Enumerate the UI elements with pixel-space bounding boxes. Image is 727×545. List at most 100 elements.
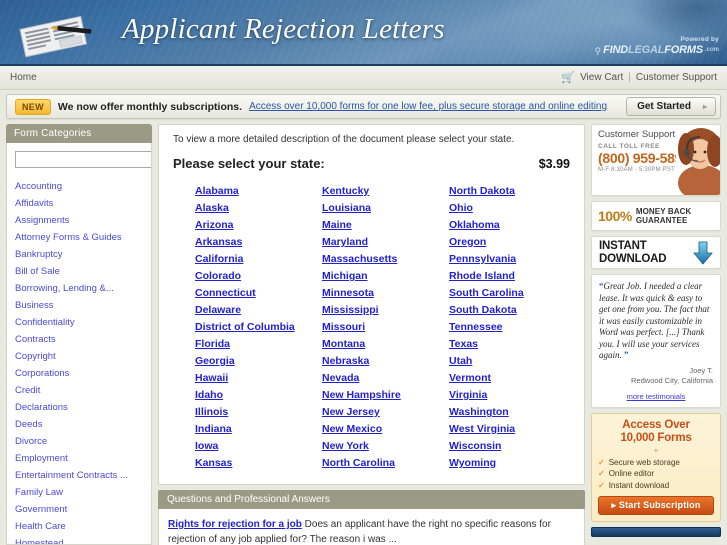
state-link-north-carolina[interactable]: North Carolina — [322, 455, 443, 472]
sidebar-item-homestead[interactable]: Homestead — [15, 536, 143, 544]
category-list: Accounting Affidavits Assignments Attorney … — [13, 179, 145, 544]
sidebar-item-health-care[interactable]: Health Care — [15, 519, 143, 535]
breadcrumb-home[interactable]: Home — [10, 72, 37, 83]
state-link-alaska[interactable]: Alaska — [195, 200, 316, 217]
state-link-south-carolina[interactable]: South Carolina — [449, 285, 570, 302]
list-item: ✓ Online editor — [598, 468, 714, 480]
state-link-new-york[interactable]: New York — [322, 438, 443, 455]
state-link-indiana[interactable]: Indiana — [195, 421, 316, 438]
state-link-utah[interactable]: Utah — [449, 353, 570, 370]
sidebar-item-divorce[interactable]: Divorce — [15, 434, 143, 450]
state-link-arizona[interactable]: Arizona — [195, 217, 316, 234]
sidebar-item-contracts[interactable]: Contracts — [15, 332, 143, 348]
state-link-illinois[interactable]: Illinois — [195, 404, 316, 421]
state-link-rhode-island[interactable]: Rhode Island — [449, 268, 570, 285]
list-item: ✓ Secure web storage — [598, 457, 714, 469]
state-link-district-of-columbia[interactable]: District of Columbia — [195, 319, 316, 336]
state-link-virginia[interactable]: Virginia — [449, 387, 570, 404]
promo-link[interactable]: Access over 10,000 forms for one low fee… — [249, 101, 607, 112]
more-testimonials-link[interactable]: more testimonials — [627, 392, 686, 401]
state-link-louisiana[interactable]: Louisiana — [322, 200, 443, 217]
state-link-arkansas[interactable]: Arkansas — [195, 234, 316, 251]
state-link-nebraska[interactable]: Nebraska — [322, 353, 443, 370]
sidebar-item-borrowing-lending[interactable]: Borrowing, Lending &... — [15, 281, 143, 297]
state-link-maine[interactable]: Maine — [322, 217, 443, 234]
sidebar-item-attorney-forms-guides[interactable]: Attorney Forms & Guides — [15, 230, 143, 246]
state-link-colorado[interactable]: Colorado — [195, 268, 316, 285]
state-link-kentucky[interactable]: Kentucky — [322, 183, 443, 200]
guarantee-percent: 100% — [598, 208, 632, 224]
price-label: $3.99 — [538, 157, 570, 171]
sidebar-item-bankruptcy[interactable]: Bankruptcy — [15, 247, 143, 263]
state-link-kansas[interactable]: Kansas — [195, 455, 316, 472]
state-link-georgia[interactable]: Georgia — [195, 353, 316, 370]
state-link-hawaii[interactable]: Hawaii — [195, 370, 316, 387]
list-item: Confidentiality — [15, 315, 143, 331]
state-link-ohio[interactable]: Ohio — [449, 200, 570, 217]
state-link-delaware[interactable]: Delaware — [195, 302, 316, 319]
get-started-button[interactable]: Get Started ▸ — [626, 97, 716, 116]
state-link-new-hampshire[interactable]: New Hampshire — [322, 387, 443, 404]
state-link-pennsylvania[interactable]: Pennsylvania — [449, 251, 570, 268]
state-link-missouri[interactable]: Missouri — [322, 319, 443, 336]
state-link-idaho[interactable]: Idaho — [195, 387, 316, 404]
sidebar-item-confidentiality[interactable]: Confidentiality — [15, 315, 143, 331]
shopping-cart-icon[interactable]: 🛒 — [561, 71, 575, 84]
sidebar-item-family-law[interactable]: Family Law — [15, 485, 143, 501]
sidebar-item-employment[interactable]: Employment — [15, 451, 143, 467]
state-link-new-mexico[interactable]: New Mexico — [322, 421, 443, 438]
list-item: Corporations — [15, 366, 143, 382]
state-link-alabama[interactable]: Alabama — [195, 183, 316, 200]
list-item: Contracts — [15, 332, 143, 348]
sidebar-item-declarations[interactable]: Declarations — [15, 400, 143, 416]
state-link-washington[interactable]: Washington — [449, 404, 570, 421]
state-link-wisconsin[interactable]: Wisconsin — [449, 438, 570, 455]
state-link-massachusetts[interactable]: Massachusetts — [322, 251, 443, 268]
sidebar-item-affidavits[interactable]: Affidavits — [15, 196, 143, 212]
state-link-michigan[interactable]: Michigan — [322, 268, 443, 285]
state-link-tennessee[interactable]: Tennessee — [449, 319, 570, 336]
qa-body: Rights for rejection for a job Does an a… — [158, 509, 585, 545]
sidebar-item-assignments[interactable]: Assignments — [15, 213, 143, 229]
sidebar-item-copyright[interactable]: Copyright — [15, 349, 143, 365]
category-search: Go — [13, 151, 151, 170]
state-link-montana[interactable]: Montana — [322, 336, 443, 353]
state-link-iowa[interactable]: Iowa — [195, 438, 316, 455]
state-link-oklahoma[interactable]: Oklahoma — [449, 217, 570, 234]
state-link-maryland[interactable]: Maryland — [322, 234, 443, 251]
sidebar-item-government[interactable]: Government — [15, 502, 143, 518]
findlegalforms-logo[interactable]: ⚲ FINDLEGALFORMS .com — [595, 44, 720, 57]
state-link-wyoming[interactable]: Wyoming — [449, 455, 570, 472]
state-link-new-jersey[interactable]: New Jersey — [322, 404, 443, 421]
state-link-texas[interactable]: Texas — [449, 336, 570, 353]
state-link-south-dakota[interactable]: South Dakota — [449, 302, 570, 319]
sidebar-item-credit[interactable]: Credit — [15, 383, 143, 399]
main-layout: Form Categories Go AccountingAffidavitsA… — [0, 124, 727, 545]
state-link-minnesota[interactable]: Minnesota — [322, 285, 443, 302]
powered-by-label: Powered by — [680, 36, 719, 43]
state-link-florida[interactable]: Florida — [195, 336, 316, 353]
state-link-connecticut[interactable]: Connecticut — [195, 285, 316, 302]
state-link-oregon[interactable]: Oregon — [449, 234, 570, 251]
state-link-west-virginia[interactable]: West Virginia — [449, 421, 570, 438]
customer-support-link[interactable]: Customer Support — [636, 72, 717, 83]
sidebar-item-bill-of-sale[interactable]: Bill of Sale — [15, 264, 143, 280]
sidebar-item-entertainment-contracts[interactable]: Entertainment Contracts ... — [15, 468, 143, 484]
sidebar-item-business[interactable]: Business — [15, 298, 143, 314]
list-item: Affidavits — [15, 196, 143, 212]
start-subscription-button[interactable]: ▸ Start Subscription — [598, 496, 714, 515]
qa-question-link[interactable]: Rights for rejection for a job — [168, 519, 302, 530]
state-link-nevada[interactable]: Nevada — [322, 370, 443, 387]
testimonial-author: Joey T. — [689, 365, 713, 375]
select-state-row: Please select your state: $3.99 — [173, 156, 570, 171]
state-link-mississippi[interactable]: Mississippi — [322, 302, 443, 319]
search-input[interactable] — [15, 151, 151, 168]
state-link-california[interactable]: California — [195, 251, 316, 268]
sidebar-item-corporations[interactable]: Corporations — [15, 366, 143, 382]
view-cart-link[interactable]: View Cart — [580, 72, 623, 83]
list-item: Borrowing, Lending &... — [15, 281, 143, 297]
state-link-north-dakota[interactable]: North Dakota — [449, 183, 570, 200]
sidebar-item-accounting[interactable]: Accounting — [15, 179, 143, 195]
state-link-vermont[interactable]: Vermont — [449, 370, 570, 387]
sidebar-item-deeds[interactable]: Deeds — [15, 417, 143, 433]
